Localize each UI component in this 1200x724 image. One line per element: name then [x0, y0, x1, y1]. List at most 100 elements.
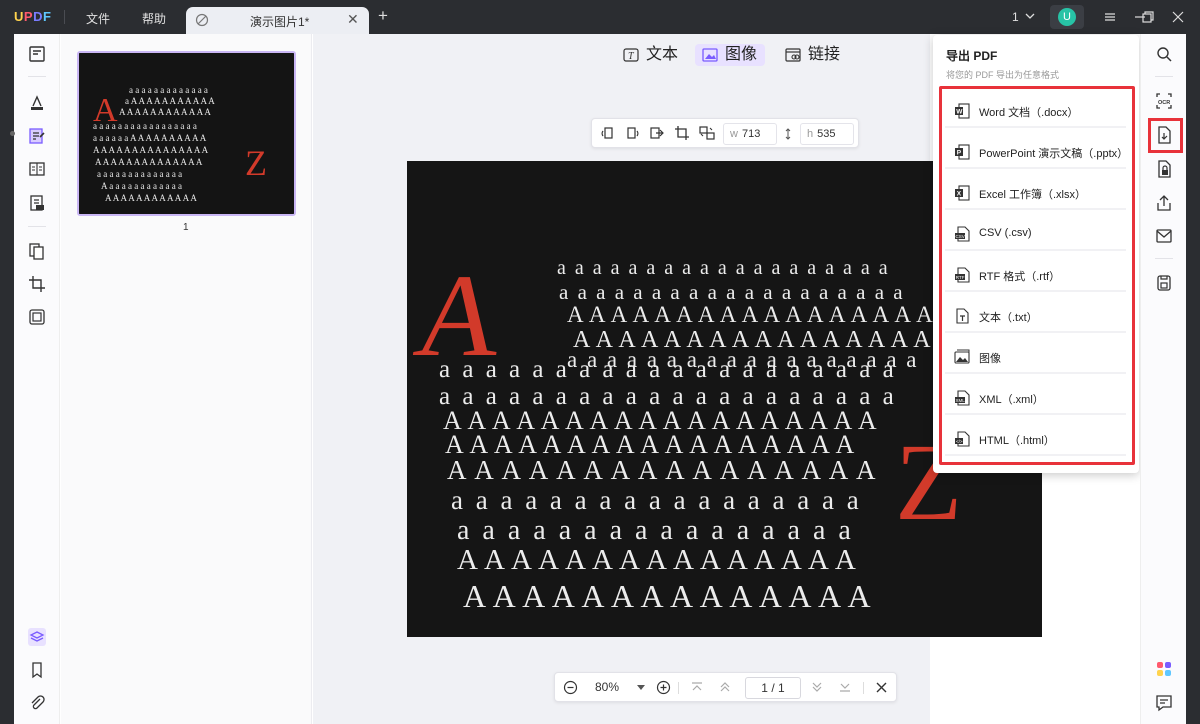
svg-text:a a a a a a a a a a a a a a a: a a a a a a a a a a a a a a a a a a a — [559, 280, 905, 304]
svg-text:a a a a a a a a a a a a a: a a a a a a a a a a a a a — [129, 85, 208, 95]
export-powerpoint-item[interactable]: P PowerPoint 演示文稿（.pptx） — [945, 134, 1129, 169]
left-toolbar — [10, 34, 60, 724]
svg-text:A A A A A A A A A A A A: A A A A A A A A A A A A — [105, 193, 197, 203]
mode-image-label: 图像 — [725, 46, 758, 63]
svg-text:A a a a a a a a a a a a a: A a a a a a a a a a a a a — [101, 181, 182, 191]
export-csv-item[interactable]: CSV CSV (.csv) — [945, 216, 1126, 251]
zoom-in-icon[interactable] — [656, 680, 671, 695]
export-word-item[interactable]: W Word 文档（.docx） — [945, 93, 1126, 128]
bookmark-icon[interactable] — [28, 661, 46, 679]
svg-text:</>: </> — [956, 439, 963, 444]
image-edit-toolbar: w 713 h 535 — [591, 118, 859, 148]
menu-icon[interactable] — [1102, 9, 1118, 25]
export-panel-subtitle: 将您的 PDF 导出为任意格式 — [946, 70, 1060, 80]
last-page-icon[interactable] — [839, 681, 851, 693]
layers-icon[interactable] — [28, 628, 46, 646]
excel-icon: X — [955, 185, 970, 201]
text-mode-icon: T — [623, 48, 639, 62]
mode-link-label: 链接 — [808, 46, 841, 63]
tab-close-icon[interactable]: ✕ — [347, 11, 359, 28]
zoom-dropdown-icon[interactable] — [637, 685, 645, 691]
powerpoint-icon: P — [955, 144, 970, 160]
search-icon[interactable] — [1155, 45, 1173, 63]
mode-image-button[interactable]: 图像 — [695, 44, 766, 66]
width-value: 713 — [741, 128, 761, 140]
crop-image-icon[interactable] — [674, 125, 690, 141]
save-icon[interactable] — [1155, 274, 1173, 292]
ocr-icon[interactable]: OCR — [1155, 92, 1173, 110]
document-canvas: T 文本 图像 链接 w 713 h 535 A Z a a a a a a a… — [313, 34, 1042, 724]
window-count[interactable]: 1 — [1012, 10, 1019, 24]
svg-text:a A A A A A A A A A A A: a A A A A A A A A A A A — [125, 96, 215, 106]
comment-icon[interactable] — [28, 94, 46, 112]
form-icon[interactable] — [28, 160, 46, 178]
export-pdf-icon[interactable] — [1155, 126, 1173, 144]
tab-title: 演示图片1* — [250, 15, 310, 29]
first-page-icon[interactable] — [691, 681, 703, 693]
user-avatar[interactable]: U — [1050, 5, 1084, 29]
close-window-icon[interactable] — [1170, 9, 1186, 25]
reader-icon[interactable] — [28, 45, 46, 63]
export-image-label: 图像 — [979, 353, 1001, 365]
word-icon: W — [955, 103, 970, 119]
rotate-right-icon[interactable] — [624, 125, 640, 141]
crop-pages-icon[interactable] — [28, 275, 46, 293]
export-txt-item[interactable]: 文本（.txt） — [945, 298, 1126, 333]
edit-pdf-icon[interactable] — [28, 127, 46, 145]
menu-help[interactable]: 帮助 — [142, 10, 166, 27]
restore-icon[interactable] — [1140, 9, 1156, 25]
csv-icon: CSV — [955, 226, 970, 242]
tools-icon[interactable] — [28, 308, 46, 326]
share-icon[interactable] — [1155, 194, 1173, 212]
next-page-icon[interactable] — [811, 681, 823, 693]
export-excel-item[interactable]: X Excel 工作簿（.xlsx） — [945, 175, 1126, 210]
replace-image-icon[interactable] — [699, 125, 715, 141]
zoom-divider — [678, 682, 679, 694]
export-xml-label: XML（.xml） — [979, 394, 1044, 406]
extract-image-icon[interactable] — [649, 125, 665, 141]
title-separator — [64, 10, 65, 24]
zoom-level[interactable]: 80% — [595, 680, 619, 694]
menu-file[interactable]: 文件 — [86, 10, 110, 27]
image-mode-icon — [702, 48, 718, 62]
page-thumbnail[interactable]: A Z a a a a a a a a a a a a a a A A A A … — [77, 51, 296, 216]
rotate-left-icon[interactable] — [600, 125, 616, 141]
svg-text:T: T — [628, 51, 635, 62]
export-pdf-panel: 导出 PDF 将您的 PDF 导出为任意格式 W Word 文档（.docx） … — [933, 35, 1139, 473]
page-separator: / — [771, 681, 775, 695]
export-rtf-item[interactable]: RTF RTF 格式（.rtf） — [945, 257, 1126, 292]
svg-text:A A A A A A A A A A A A A A A: A A A A A A A A A A A A A A A — [457, 544, 857, 576]
comment-list-icon[interactable] — [1155, 694, 1173, 712]
svg-text:a a a a a a a a a a a a a a a: a a a a a a a a a a a a a a a a a — [93, 121, 197, 131]
new-tab-icon[interactable]: + — [378, 6, 388, 26]
chevron-down-icon[interactable] — [1024, 10, 1036, 22]
toolbar-divider — [1155, 76, 1173, 77]
active-indicator — [10, 131, 15, 136]
fill-sign-icon[interactable] — [28, 194, 46, 212]
zoom-out-icon[interactable] — [563, 680, 578, 695]
mail-icon[interactable] — [1155, 227, 1173, 245]
close-toolbar-icon[interactable] — [875, 681, 888, 694]
toolbar-divider — [28, 76, 46, 77]
height-field[interactable]: h 535 — [800, 123, 854, 145]
export-image-item[interactable]: 图像 — [945, 339, 1126, 374]
mode-text-button[interactable]: T 文本 — [616, 44, 686, 66]
protect-icon[interactable] — [1155, 160, 1173, 178]
aspect-lock-icon[interactable] — [784, 128, 792, 140]
width-field[interactable]: w 713 — [723, 123, 777, 145]
page-number-field[interactable]: 1 / 1 — [745, 677, 801, 699]
height-label: h — [807, 128, 814, 140]
title-bar: UPDF 文件 帮助 演示图片1* ✕ + 1 U — [0, 0, 1200, 34]
export-xml-item[interactable]: XML XML（.xml） — [945, 380, 1126, 415]
attachment-icon[interactable] — [28, 694, 46, 712]
organize-pages-icon[interactable] — [28, 242, 46, 260]
width-label: w — [730, 128, 738, 140]
mode-link-button[interactable]: 链接 — [778, 44, 848, 66]
previous-page-icon[interactable] — [719, 681, 731, 693]
svg-text:A A A A A A A A A A A A: A A A A A A A A A A A A — [119, 107, 211, 117]
svg-text:a a a a a a a a a a a a a a a: a a a a a a a a a a a a a a a a a a a a — [439, 356, 897, 383]
ai-assistant-icon[interactable] — [1155, 660, 1173, 678]
document-tab[interactable]: 演示图片1* ✕ — [186, 7, 369, 34]
export-powerpoint-label: PowerPoint 演示文稿（.pptx） — [979, 148, 1129, 160]
export-html-item[interactable]: </> HTML（.html） — [945, 421, 1126, 456]
